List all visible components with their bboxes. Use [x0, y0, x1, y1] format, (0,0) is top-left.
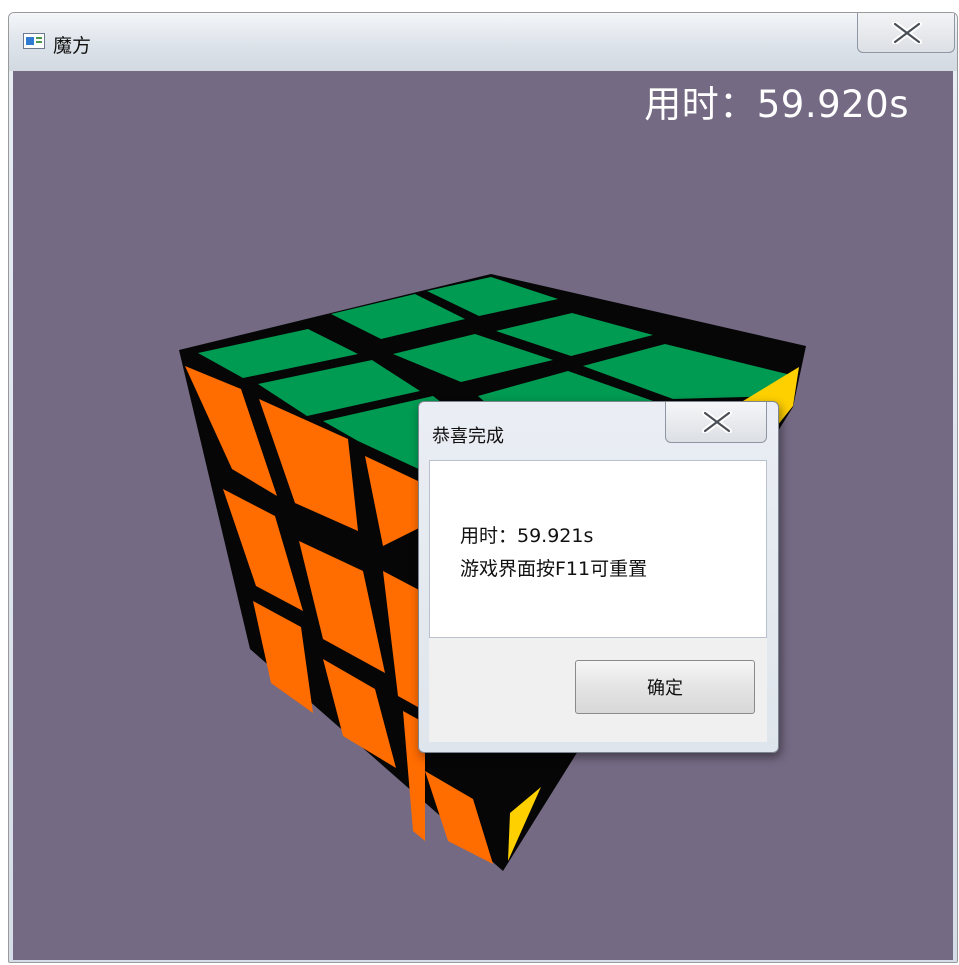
dialog-time-message: 用时：59.921s [460, 525, 594, 547]
dialog-button-bar: 确定 [429, 638, 767, 742]
dialog-reset-hint: 游戏界面按F11可重置 [460, 558, 648, 580]
window-close-button[interactable] [857, 13, 955, 53]
dialog-close-button[interactable] [665, 402, 767, 443]
close-x-icon [892, 22, 922, 44]
dialog-message-area: 用时：59.921s 游戏界面按F11可重置 [429, 460, 767, 638]
title-bar[interactable]: 魔方 [9, 13, 957, 71]
ok-button[interactable]: 确定 [575, 660, 755, 714]
completion-dialog: 恭喜完成 用时：59.921s 游戏界面按F11可重置 确定 [418, 401, 779, 753]
elapsed-time-display: 用时：59.920s [644, 83, 909, 126]
dialog-title: 恭喜完成 [432, 426, 504, 447]
close-x-icon [702, 411, 732, 433]
window-title: 魔方 [53, 35, 92, 57]
app-window-icon [23, 33, 45, 49]
